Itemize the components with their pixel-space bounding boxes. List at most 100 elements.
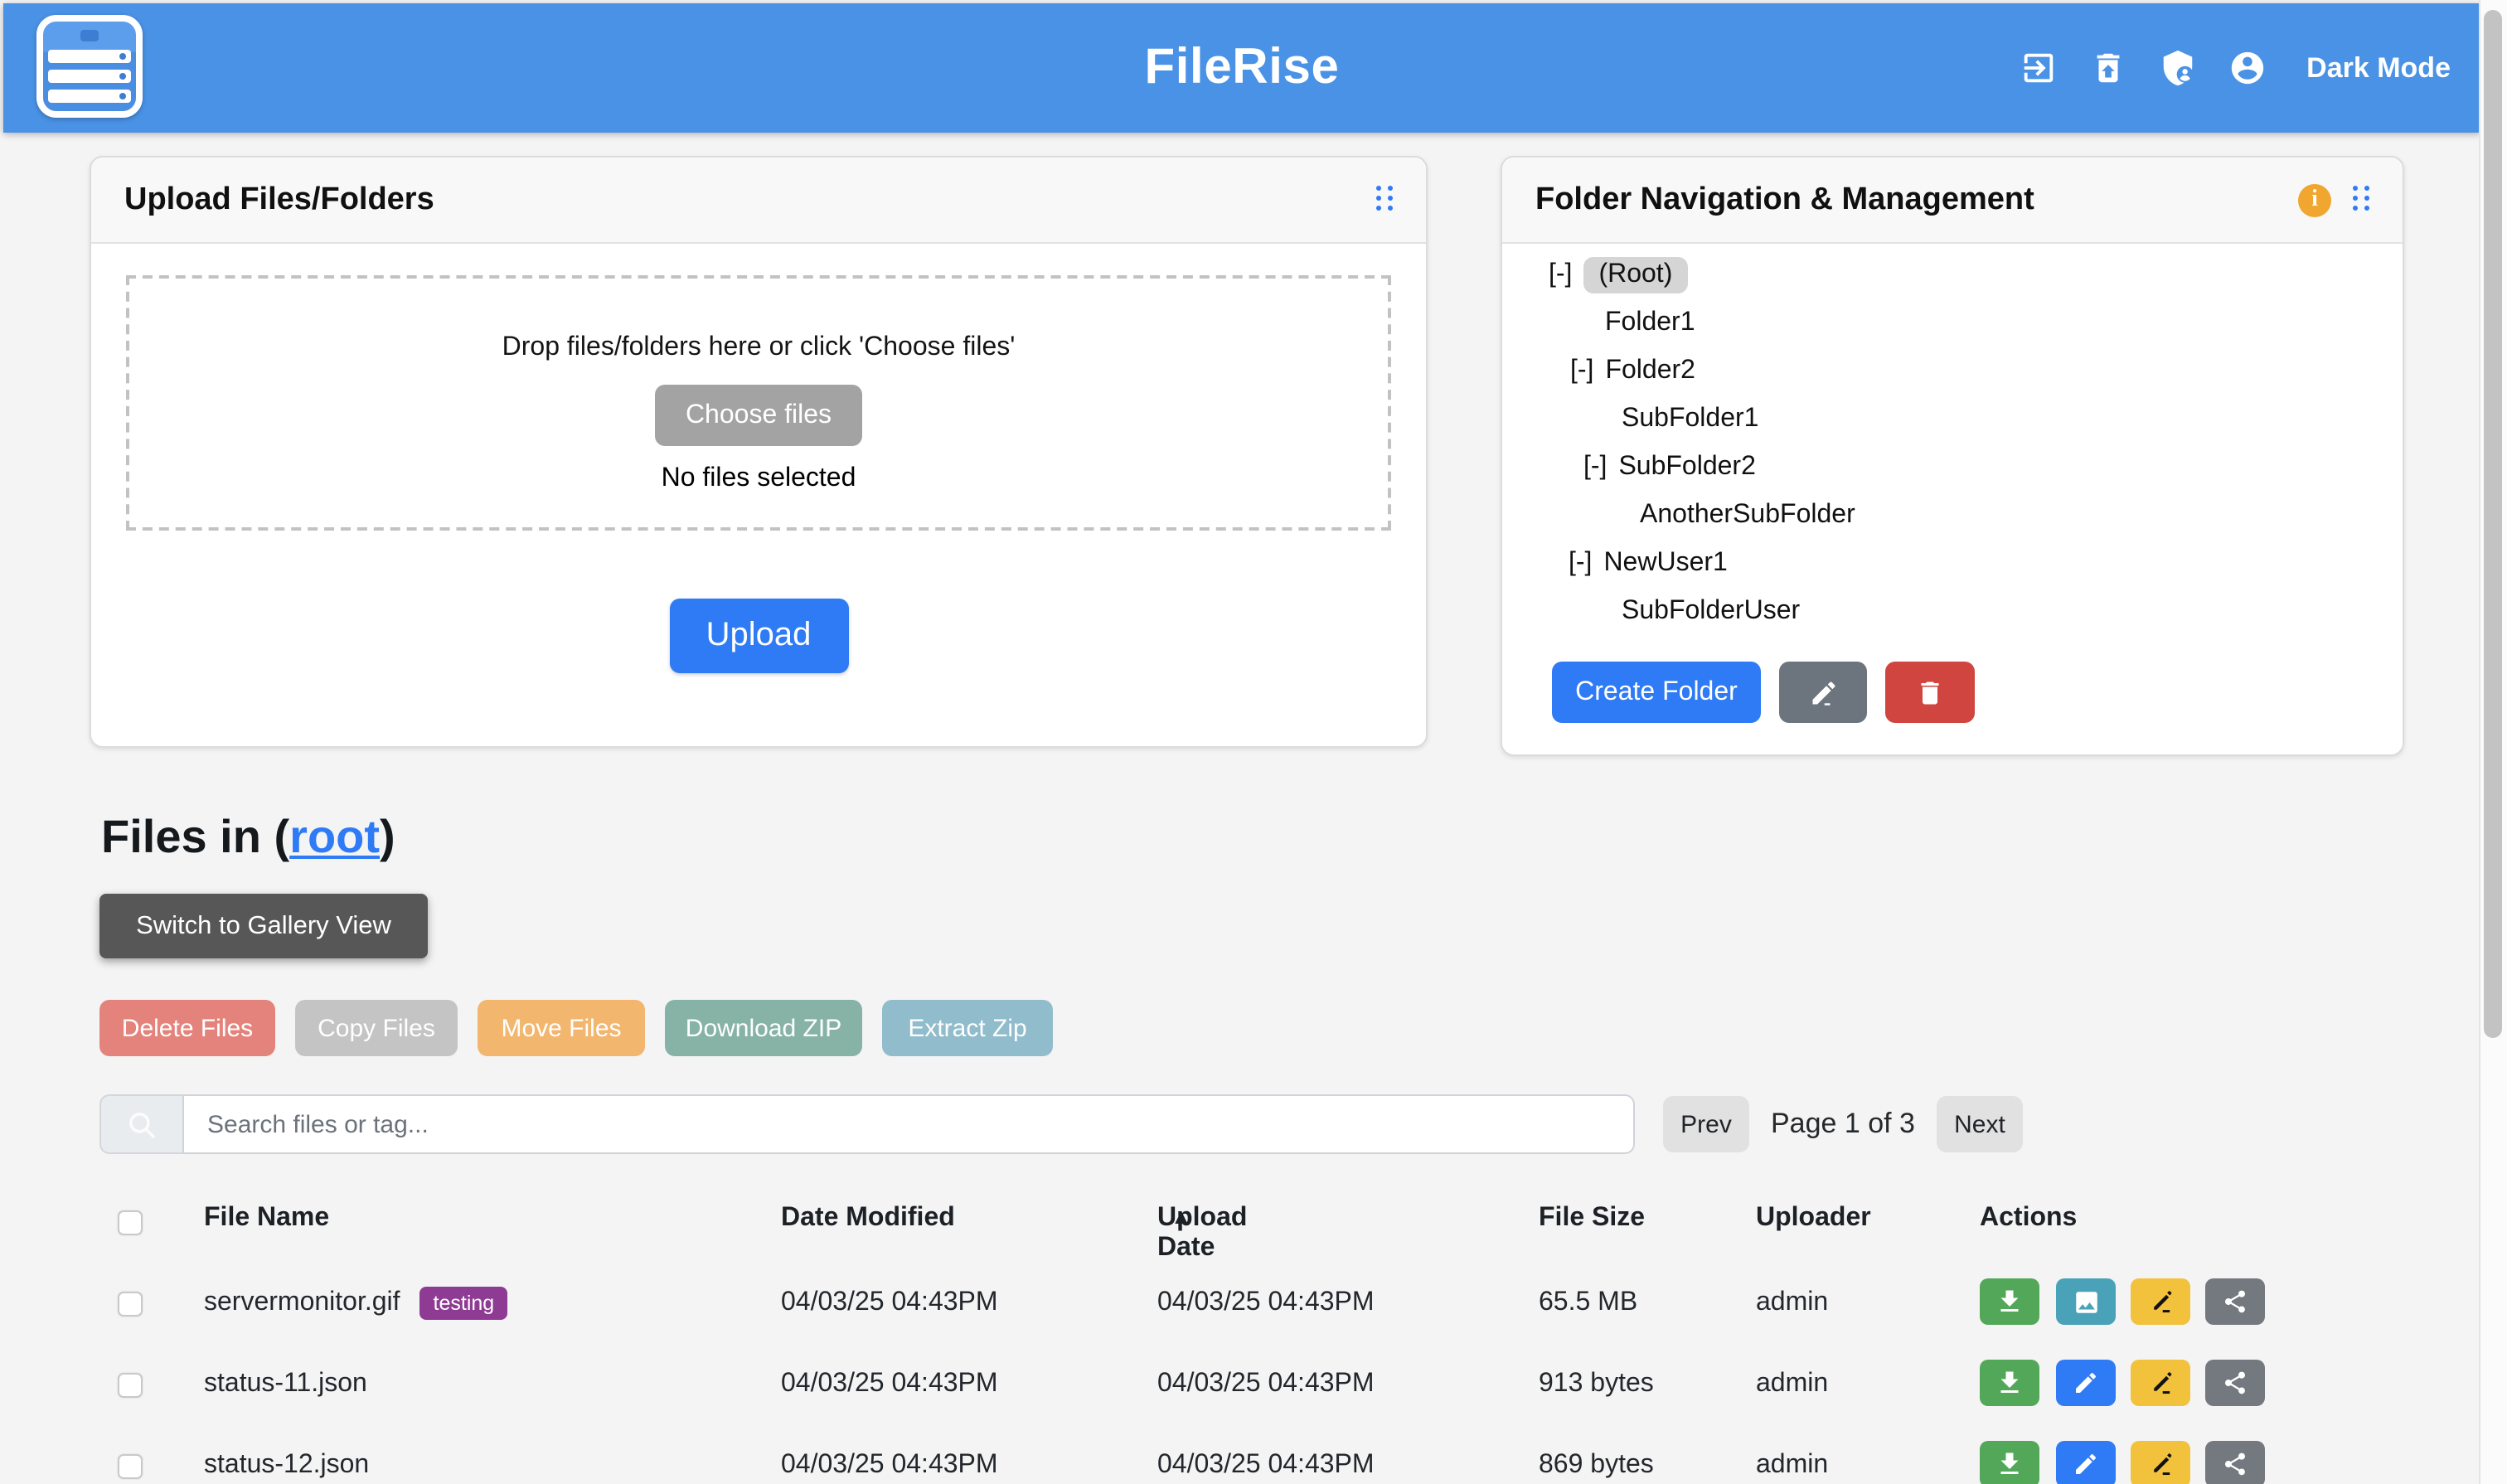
upload-button[interactable]: Upload bbox=[669, 599, 848, 673]
download-button[interactable] bbox=[1980, 1278, 2039, 1325]
column-file-name[interactable]: File Name bbox=[204, 1204, 329, 1234]
tag-badge: testing bbox=[420, 1286, 508, 1319]
column-uploader[interactable]: Uploader bbox=[1756, 1204, 1871, 1234]
download-zip-button[interactable]: Download ZIP bbox=[665, 1000, 862, 1056]
admin-shield-icon[interactable] bbox=[2159, 49, 2197, 87]
download-button[interactable] bbox=[1980, 1360, 2039, 1406]
prev-page-button[interactable]: Prev bbox=[1663, 1096, 1749, 1152]
select-all-checkbox[interactable] bbox=[118, 1210, 143, 1235]
date-modified-cell: 04/03/25 04:43PM bbox=[781, 1450, 998, 1480]
search-icon-box bbox=[99, 1094, 182, 1154]
table-row: status-11.json 04/03/25 04:43PM 04/03/25… bbox=[0, 1343, 2477, 1424]
share-icon bbox=[2222, 1451, 2248, 1477]
account-circle-icon[interactable] bbox=[2228, 49, 2267, 87]
upload-card-title: Upload Files/Folders bbox=[124, 182, 1376, 218]
file-name[interactable]: status-11.json bbox=[204, 1369, 367, 1399]
upload-date-cell: 04/03/25 04:43PM bbox=[1157, 1369, 1375, 1399]
edit-file-icon bbox=[2073, 1451, 2099, 1477]
tree-item[interactable]: [-] NewUser1 bbox=[1569, 539, 1855, 587]
tree-item[interactable]: [-] SubFolder2 bbox=[1583, 443, 1855, 491]
rename-button[interactable] bbox=[2131, 1360, 2190, 1406]
tree-folder-label[interactable]: SubFolderUser bbox=[1622, 596, 1800, 626]
file-name[interactable]: servermonitor.gif bbox=[204, 1288, 400, 1317]
current-folder-link[interactable]: root bbox=[289, 811, 380, 862]
tree-folder-label[interactable]: NewUser1 bbox=[1603, 548, 1727, 578]
tree-item[interactable]: [-] Folder2 bbox=[1570, 347, 1855, 395]
table-header: File Name Date Modified Upload Date▲ Fil… bbox=[0, 1204, 2477, 1244]
tree-folder-label[interactable]: SubFolder1 bbox=[1622, 404, 1758, 434]
tree-item[interactable]: Folder1 bbox=[1605, 298, 1855, 347]
file-name-cell: status-12.json bbox=[204, 1450, 369, 1480]
filerise-app: FileRise Dark Mode Upload Files/Folders … bbox=[0, 0, 2507, 1484]
folder-tree: [-] (Root) Folder1 [-] Folder2 SubFolder… bbox=[1535, 250, 1855, 635]
create-folder-button[interactable]: Create Folder bbox=[1552, 662, 1761, 723]
files-heading: Files in (root) bbox=[101, 811, 395, 864]
move-files-button[interactable]: Move Files bbox=[478, 1000, 645, 1056]
tree-folder-label[interactable]: Folder2 bbox=[1605, 356, 1695, 386]
tree-folder-label[interactable]: AnotherSubFolder bbox=[1640, 500, 1855, 530]
column-date-modified[interactable]: Date Modified bbox=[781, 1204, 955, 1234]
rename-icon bbox=[2146, 1369, 2175, 1397]
sort-ascending-icon: ▲ bbox=[1171, 1204, 1192, 1229]
extract-zip-button[interactable]: Extract Zip bbox=[882, 1000, 1053, 1056]
tree-folder-label[interactable]: Folder1 bbox=[1605, 308, 1695, 337]
uploader-cell: admin bbox=[1756, 1288, 1828, 1317]
dropzone-hint: Drop files/folders here or click 'Choose… bbox=[129, 333, 1388, 363]
page-scrollbar[interactable] bbox=[2479, 0, 2507, 1484]
tree-item[interactable]: SubFolderUser bbox=[1622, 587, 1855, 635]
delete-files-button[interactable]: Delete Files bbox=[99, 1000, 275, 1056]
rename-folder-button[interactable] bbox=[1779, 662, 1867, 723]
share-button[interactable] bbox=[2205, 1360, 2265, 1406]
share-icon bbox=[2222, 1288, 2248, 1315]
tree-item[interactable]: AnotherSubFolder bbox=[1640, 491, 1855, 539]
pagination: Prev Page 1 of 3 Next bbox=[1663, 1096, 2023, 1152]
download-icon bbox=[1995, 1368, 2025, 1398]
row-checkbox[interactable] bbox=[118, 1373, 143, 1398]
tree-toggle[interactable]: [-] bbox=[1549, 259, 1572, 289]
row-checkbox[interactable] bbox=[118, 1454, 143, 1479]
row-checkbox[interactable] bbox=[118, 1292, 143, 1317]
copy-files-button[interactable]: Copy Files bbox=[295, 1000, 458, 1056]
switch-gallery-view-button[interactable]: Switch to Gallery View bbox=[99, 894, 428, 958]
tree-item[interactable]: SubFolder1 bbox=[1622, 395, 1855, 443]
file-name[interactable]: status-12.json bbox=[204, 1450, 369, 1480]
download-icon bbox=[1995, 1449, 2025, 1479]
tree-folder-label[interactable]: SubFolder2 bbox=[1618, 452, 1755, 482]
info-icon[interactable]: i bbox=[2298, 183, 2331, 216]
scrollbar-thumb[interactable] bbox=[2484, 10, 2502, 1038]
search-input[interactable] bbox=[182, 1094, 1635, 1154]
logout-icon[interactable] bbox=[2020, 49, 2058, 87]
next-page-button[interactable]: Next bbox=[1937, 1096, 2023, 1152]
folder-card-title: Folder Navigation & Management bbox=[1535, 182, 2298, 218]
edit-file-icon bbox=[2073, 1370, 2099, 1396]
file-size-cell: 869 bytes bbox=[1539, 1450, 1654, 1480]
download-button[interactable] bbox=[1980, 1441, 2039, 1484]
edit-file-button[interactable] bbox=[2056, 1441, 2116, 1484]
date-modified-cell: 04/03/25 04:43PM bbox=[781, 1369, 998, 1399]
dark-mode-toggle[interactable]: Dark Mode bbox=[2306, 51, 2451, 85]
bulk-actions-bar: Delete Files Copy Files Move Files Downl… bbox=[99, 1000, 1053, 1056]
rename-button[interactable] bbox=[2131, 1441, 2190, 1484]
table-row: servermonitor.gif testing 04/03/25 04:43P… bbox=[0, 1262, 2477, 1343]
trash-icon bbox=[1915, 677, 1945, 707]
folder-navigation-card: Folder Navigation & Management i [-] (Ro… bbox=[1501, 156, 2404, 756]
file-size-cell: 65.5 MB bbox=[1539, 1288, 1637, 1317]
file-dropzone[interactable]: Drop files/folders here or click 'Choose… bbox=[126, 275, 1391, 531]
choose-files-button[interactable]: Choose files bbox=[655, 385, 862, 446]
preview-image-button[interactable] bbox=[2056, 1278, 2116, 1325]
no-files-status: No files selected bbox=[129, 464, 1388, 494]
restore-from-trash-icon[interactable] bbox=[2089, 49, 2127, 87]
drag-handle-icon[interactable] bbox=[2353, 186, 2369, 214]
tree-item-root[interactable]: [-] (Root) bbox=[1549, 250, 1855, 298]
tree-folder-label[interactable]: (Root) bbox=[1583, 256, 1687, 293]
edit-file-button[interactable] bbox=[2056, 1360, 2116, 1406]
drag-handle-icon[interactable] bbox=[1376, 186, 1393, 214]
folder-card-header: Folder Navigation & Management i bbox=[1502, 158, 2403, 244]
rename-button[interactable] bbox=[2131, 1278, 2190, 1325]
date-modified-cell: 04/03/25 04:43PM bbox=[781, 1288, 998, 1317]
column-actions: Actions bbox=[1980, 1204, 2077, 1234]
delete-folder-button[interactable] bbox=[1885, 662, 1975, 723]
column-file-size[interactable]: File Size bbox=[1539, 1204, 1645, 1234]
share-button[interactable] bbox=[2205, 1278, 2265, 1325]
share-button[interactable] bbox=[2205, 1441, 2265, 1484]
